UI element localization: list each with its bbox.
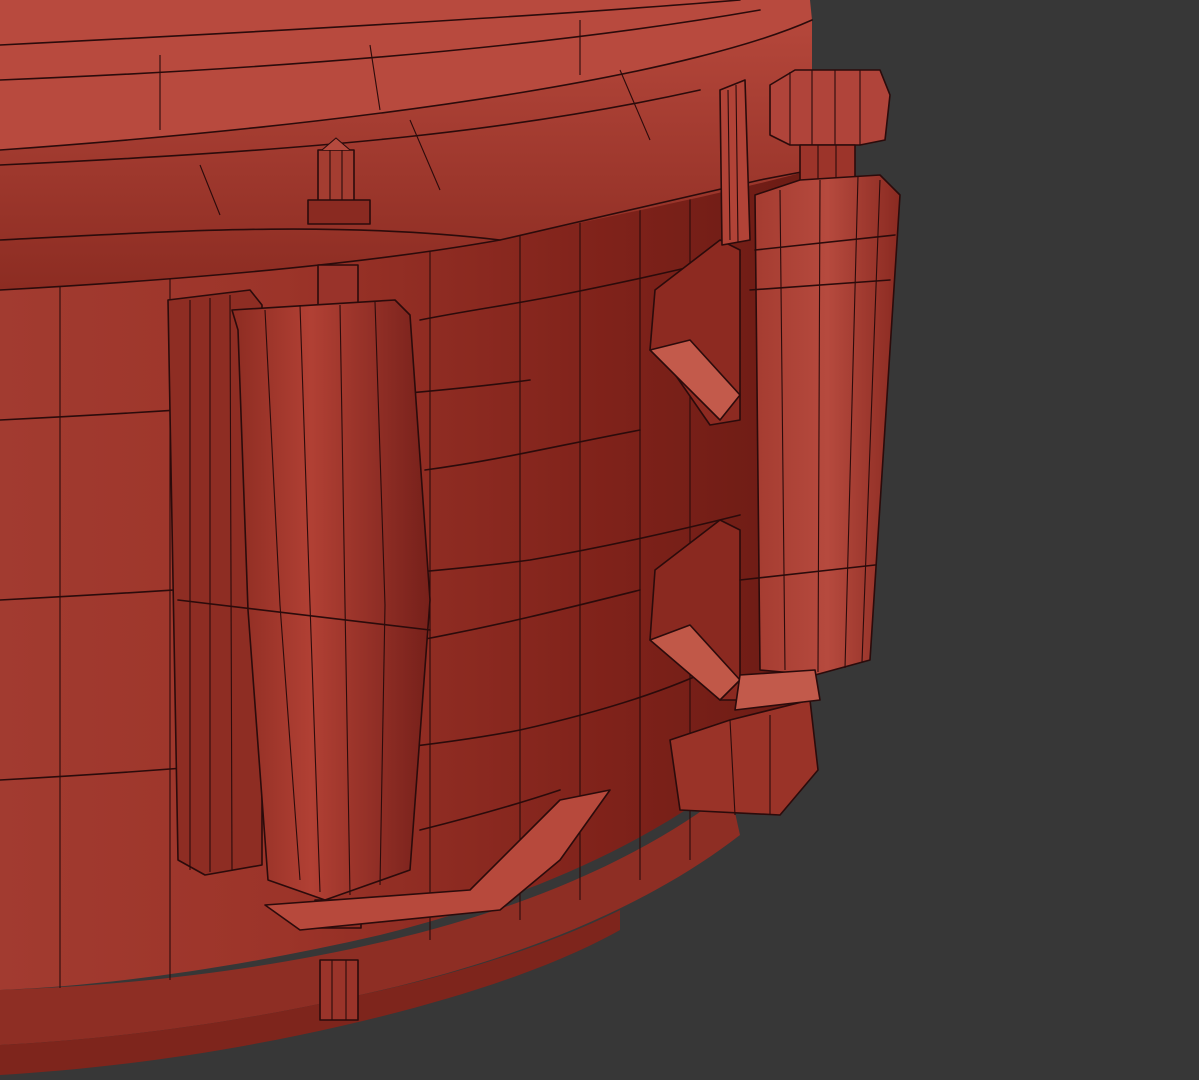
snare-drum-model (0, 0, 901, 1075)
3d-viewport[interactable] (0, 0, 1199, 1080)
lug-casing (167, 289, 431, 901)
